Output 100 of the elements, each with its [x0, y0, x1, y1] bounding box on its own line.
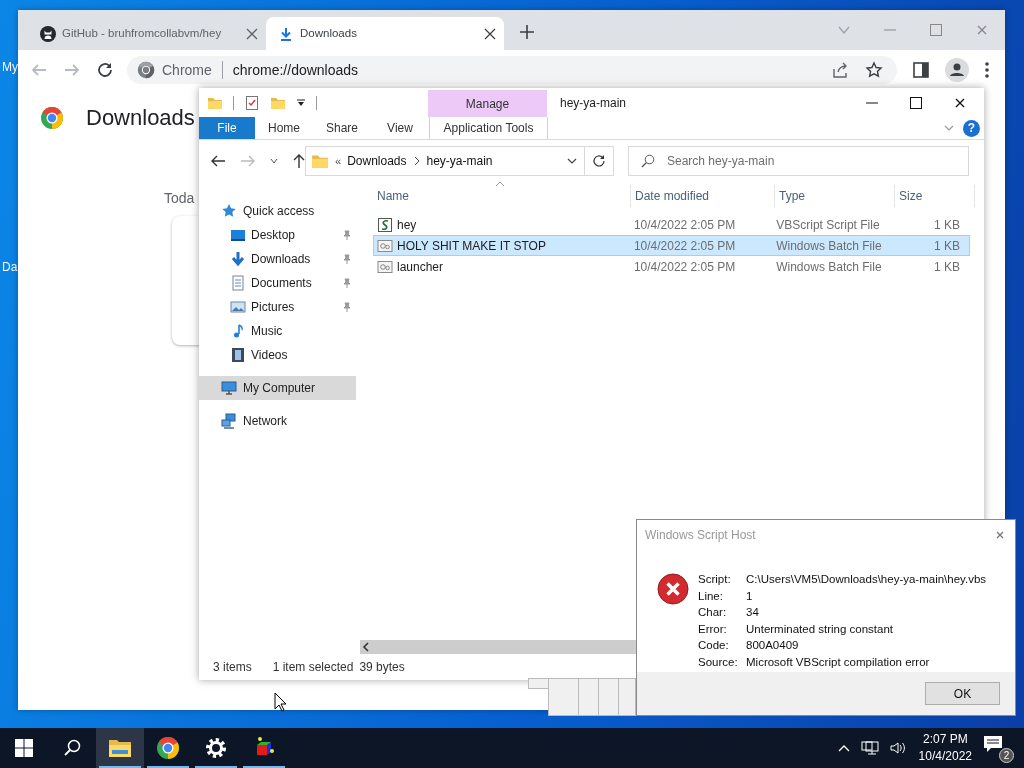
pin-icon[interactable] [342, 230, 352, 240]
star-icon[interactable] [865, 61, 883, 79]
menu-icon[interactable] [984, 61, 990, 79]
nav-item[interactable]: Downloads [199, 247, 356, 271]
download-icon [230, 251, 246, 267]
share-icon[interactable] [831, 61, 849, 79]
nav-item[interactable]: Desktop [199, 223, 356, 247]
file-name: HOLY SHIT MAKE IT STOP [397, 237, 546, 255]
field-label: Char: [698, 606, 728, 620]
windows-logo-icon[interactable] [15, 739, 33, 757]
address-field[interactable]: « Downloads hey-ya-main [305, 146, 585, 176]
table-cell-text: 10/4/2022 2:05 PM [632, 237, 737, 255]
field-value: C:\Users\VM5\Downloads\hey-ya-main\hey.vbs [746, 573, 987, 587]
chevron-down-icon[interactable] [270, 157, 278, 165]
desktop-icon-label[interactable]: My [2, 58, 18, 76]
clock-time[interactable]: 2:07 PM [922, 731, 968, 748]
file-name: launcher [397, 258, 444, 276]
file-row[interactable]: hey 10/4/2022 2:05 PM VBScript Script File 1 KB [373, 214, 970, 235]
caret-icon[interactable] [296, 97, 306, 108]
notification-button[interactable]: 2 [982, 733, 1012, 763]
side-panel-icon[interactable] [912, 61, 930, 79]
error-icon [657, 573, 689, 605]
pin-icon[interactable] [342, 278, 352, 288]
file-row[interactable]: HOLY SHIT MAKE IT STOP 10/4/2022 2:05 PM Windows Batch File 1 KB [373, 235, 970, 256]
column-header[interactable]: Date modified [631, 185, 775, 207]
context-tab-label: Manage [428, 90, 547, 117]
download-icon [278, 25, 294, 42]
browser-tab[interactable]: GitHub - bruhfromcollabvm/hey [28, 17, 266, 50]
film-icon [230, 347, 246, 363]
nav-item[interactable]: Network [199, 409, 356, 433]
breadcrumb-overflow[interactable]: « [335, 152, 342, 170]
desktop-icon-label[interactable]: Da [2, 258, 18, 276]
search-icon [641, 154, 655, 168]
field-value: Microsoft VBScript compilation error [746, 655, 931, 670]
computer-icon [221, 380, 237, 396]
refresh-button[interactable] [585, 146, 614, 176]
url-text[interactable]: chrome://downloads [232, 59, 359, 81]
browser-logo-icon [156, 736, 180, 760]
column-header[interactable]: Type [775, 185, 895, 207]
site-logo-icon [40, 25, 56, 42]
address-bar[interactable]: Chrome chrome://downloads [127, 56, 897, 84]
browser-tab[interactable]: Downloads [266, 17, 504, 50]
ribbon-tab[interactable]: Home [255, 117, 313, 139]
batch-file-icon [377, 258, 393, 275]
reload-icon[interactable] [96, 61, 114, 79]
clock-date[interactable]: 10/4/2022 [918, 748, 972, 765]
ribbon-tab[interactable]: Share [313, 117, 371, 139]
nav-item[interactable]: Quick access [199, 199, 356, 223]
refresh-icon [592, 154, 606, 168]
help-button[interactable]: ? [963, 119, 980, 137]
breadcrumb[interactable]: Downloads [347, 152, 407, 170]
notification-count: 2 [999, 748, 1014, 763]
star-icon [221, 203, 237, 219]
back-icon[interactable] [210, 153, 226, 169]
batch-file-icon [377, 237, 393, 254]
search-icon[interactable] [63, 739, 81, 757]
chevron-left-icon[interactable] [362, 642, 370, 652]
field-value: 1 [746, 589, 754, 604]
table-cell-text: Windows Batch File [775, 237, 883, 255]
taskbar-app-button[interactable] [96, 728, 144, 768]
picture-icon [230, 299, 246, 315]
gear-icon [204, 736, 228, 760]
nav-item[interactable]: Documents [199, 271, 356, 295]
folder-icon [311, 152, 329, 170]
field-value: 34 [746, 606, 760, 620]
nav-item[interactable]: Videos [199, 343, 356, 367]
document-icon [230, 275, 246, 291]
nav-item[interactable]: My Computer [199, 376, 356, 400]
chevron-right-icon [412, 156, 421, 166]
script-file-icon [377, 216, 393, 233]
new-tab-icon[interactable] [518, 23, 536, 41]
breadcrumb[interactable]: hey-ya-main [426, 152, 493, 170]
pin-icon[interactable] [342, 254, 352, 264]
field-value: 800A0409 [746, 639, 800, 653]
maximize-icon[interactable] [909, 95, 923, 110]
search-input[interactable]: Search hey-ya-main [665, 147, 968, 175]
profile-icon[interactable] [945, 58, 969, 82]
column-header[interactable]: Name [373, 185, 631, 207]
field-label: Code: [698, 639, 730, 653]
file-row[interactable]: launcher 10/4/2022 2:05 PM Windows Batch File 1 KB [373, 256, 970, 277]
table-cell-text: 1 KB [933, 216, 961, 234]
table-cell-text: 10/4/2022 2:05 PM [632, 216, 737, 234]
network-icon[interactable] [860, 739, 879, 757]
properties-icon[interactable] [244, 94, 260, 111]
volume-icon[interactable] [888, 739, 907, 757]
pin-icon[interactable] [342, 302, 352, 312]
field-label: Error: [698, 622, 728, 637]
search-field[interactable]: Search hey-ya-main [628, 146, 969, 176]
ribbon-tab[interactable]: View [371, 117, 429, 139]
ok-button[interactable]: OK [925, 682, 1000, 705]
up-arrow-icon[interactable] [292, 153, 306, 169]
table-cell-text: Windows Batch File [775, 258, 883, 276]
status-text: 1 item selected [272, 659, 354, 676]
field-label: Source: [698, 655, 739, 670]
file-menu-button[interactable]: File [199, 117, 255, 139]
nav-item[interactable]: Pictures [199, 295, 356, 319]
browser-logo-icon [137, 61, 155, 79]
window-title: hey-ya-main [559, 94, 627, 112]
column-header[interactable]: Size [895, 185, 975, 207]
nav-item[interactable]: Music [199, 319, 356, 343]
